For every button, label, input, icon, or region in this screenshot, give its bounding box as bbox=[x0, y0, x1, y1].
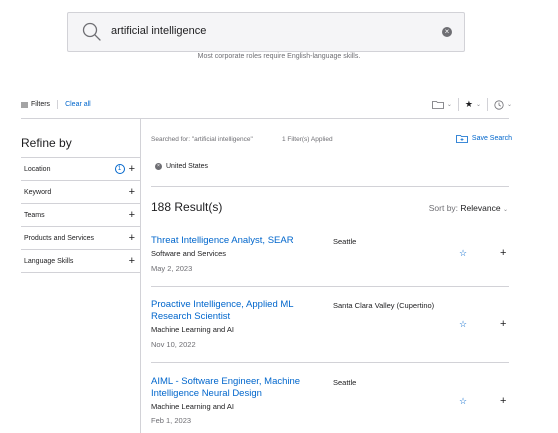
add-job-icon[interactable]: + bbox=[500, 247, 506, 259]
search-hint: Most corporate roles require English-lan… bbox=[197, 53, 361, 60]
refine-item-label: Teams bbox=[24, 211, 45, 219]
refine-list: Location 1 + Keyword + Teams + Products … bbox=[21, 157, 140, 273]
chevron-down-icon: ⌄ bbox=[502, 207, 508, 213]
chevron-down-icon: ⌄ bbox=[475, 102, 481, 108]
refine-item-label: Products and Services bbox=[24, 234, 95, 242]
favorites-menu[interactable]: ★ ⌄ bbox=[465, 99, 481, 110]
results-count: 188 Result(s) bbox=[151, 200, 223, 214]
chevron-down-icon: ⌄ bbox=[446, 102, 452, 108]
refine-item-label: Location bbox=[24, 165, 51, 173]
refine-title: Refine by bbox=[21, 136, 72, 150]
plus-icon[interactable]: + bbox=[129, 232, 135, 244]
plus-icon[interactable]: + bbox=[129, 163, 135, 175]
divider bbox=[151, 286, 509, 287]
job-title-link[interactable]: Proactive Intelligence, Applied ML Resea… bbox=[151, 299, 321, 323]
job-listing: Proactive Intelligence, Applied ML Resea… bbox=[151, 299, 509, 361]
history-menu[interactable]: ⌄ bbox=[494, 99, 512, 110]
chevron-down-icon: ⌄ bbox=[506, 102, 512, 108]
refine-item-label: Language Skills bbox=[24, 257, 74, 265]
divider bbox=[457, 98, 459, 111]
searched-for-text: Searched for: "artificial intelligence" bbox=[151, 136, 253, 143]
refine-item-teams[interactable]: Teams + bbox=[21, 204, 140, 227]
job-team: Machine Learning and AI bbox=[151, 402, 234, 411]
refine-item-label: Keyword bbox=[24, 188, 52, 196]
filters-toggle[interactable]: Filters bbox=[21, 101, 50, 108]
job-location: Santa Clara Valley (Cupertino) bbox=[333, 301, 435, 310]
clear-all-link[interactable]: Clear all bbox=[65, 101, 91, 108]
job-date: Nov 10, 2022 bbox=[151, 340, 196, 349]
save-search-label: Save Search bbox=[471, 135, 512, 142]
filter-count-badge: 1 bbox=[114, 164, 125, 174]
folder-icon bbox=[456, 135, 468, 143]
add-job-icon[interactable]: + bbox=[500, 395, 506, 407]
favorite-star-icon[interactable]: ☆ bbox=[459, 396, 467, 407]
results-toolbar: ⌄ ★ ⌄ ⌄ bbox=[431, 98, 512, 111]
job-location: Seattle bbox=[333, 378, 357, 387]
sort-label: Sort by: bbox=[428, 203, 459, 213]
filters-applied-text: 1 Filter(s) Applied bbox=[282, 136, 333, 143]
refine-item-language-skills[interactable]: Language Skills + bbox=[21, 250, 140, 273]
favorite-star-icon[interactable]: ☆ bbox=[459, 319, 467, 330]
job-listing: Threat Intelligence Analyst, SEAR Softwa… bbox=[151, 235, 509, 287]
job-team: Machine Learning and AI bbox=[151, 325, 234, 334]
folder-icon bbox=[431, 101, 444, 109]
divider bbox=[151, 186, 509, 187]
divider bbox=[151, 362, 509, 363]
divider bbox=[486, 98, 488, 111]
favorite-star-icon[interactable]: ☆ bbox=[459, 248, 467, 259]
search-input[interactable]: artificial intelligence bbox=[111, 25, 206, 37]
list-icon bbox=[21, 102, 28, 107]
job-date: Feb 1, 2023 bbox=[151, 416, 192, 425]
filters-label: Filters bbox=[31, 101, 51, 108]
folder-menu[interactable]: ⌄ bbox=[431, 100, 452, 109]
refine-item-products-services[interactable]: Products and Services + bbox=[21, 227, 140, 250]
sort-dropdown[interactable]: Sort by: Relevance ⌄ bbox=[429, 203, 508, 213]
refine-item-keyword[interactable]: Keyword + bbox=[21, 181, 140, 204]
sort-value: Relevance bbox=[460, 203, 501, 213]
plus-icon[interactable]: + bbox=[129, 209, 135, 221]
add-job-icon[interactable]: + bbox=[500, 318, 506, 330]
plus-icon[interactable]: + bbox=[129, 186, 135, 198]
history-icon bbox=[494, 99, 504, 110]
divider bbox=[21, 118, 509, 119]
divider bbox=[140, 119, 141, 433]
clear-search-icon[interactable]: × bbox=[442, 27, 452, 37]
job-date: May 2, 2023 bbox=[151, 264, 193, 273]
refine-item-location[interactable]: Location 1 + bbox=[21, 158, 140, 181]
star-icon: ★ bbox=[464, 99, 473, 109]
save-search-button[interactable]: Save Search bbox=[456, 134, 512, 143]
job-listing: AIML - Software Engineer, Machine Intell… bbox=[151, 376, 509, 433]
job-location: Seattle bbox=[333, 237, 357, 246]
plus-icon[interactable]: + bbox=[129, 255, 135, 267]
filter-chip-label: United States bbox=[166, 163, 209, 170]
filter-chip[interactable]: × United States bbox=[155, 163, 208, 170]
remove-filter-icon[interactable]: × bbox=[155, 163, 162, 170]
job-team: Software and Services bbox=[151, 249, 227, 258]
job-title-link[interactable]: AIML - Software Engineer, Machine Intell… bbox=[151, 376, 326, 400]
search-icon bbox=[82, 22, 101, 41]
job-title-link[interactable]: Threat Intelligence Analyst, SEAR bbox=[151, 235, 321, 247]
filters-bar: Filters Clear all bbox=[21, 100, 91, 109]
search-box[interactable]: artificial intelligence × bbox=[67, 12, 465, 52]
divider bbox=[57, 100, 59, 109]
